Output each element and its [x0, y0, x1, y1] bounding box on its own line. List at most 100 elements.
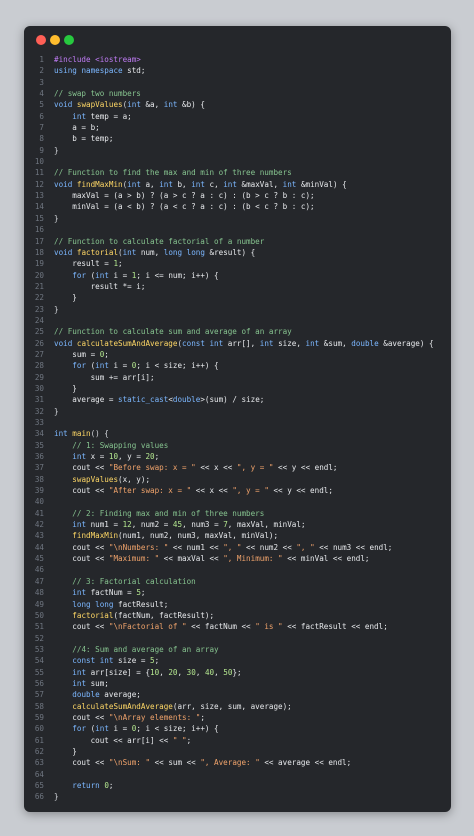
code-token: ;: [200, 712, 205, 722]
line-number: 58: [34, 701, 44, 711]
code-token: void: [54, 247, 73, 257]
code-token: (: [86, 270, 96, 280]
code-token: a = b;: [54, 123, 100, 133]
code-token: arr[],: [223, 338, 260, 348]
code-line: 37 cout << "Before swap: x = " << x << "…: [24, 462, 451, 473]
code-token: 10: [150, 667, 160, 677]
code-token: "\nSum: ": [108, 758, 151, 768]
code-line: 52: [24, 633, 451, 644]
code-token: (x, y);: [118, 474, 151, 484]
line-number: 28: [34, 361, 44, 371]
code-line: 11 // Function to find the max and min of…: [24, 167, 451, 178]
line-number: 13: [34, 191, 44, 201]
code-token: , y =: [118, 452, 146, 462]
code-line: 38 swapValues(x, y);: [24, 474, 451, 485]
code-token: &sum,: [319, 338, 352, 348]
code-token: << num1 <<: [168, 542, 224, 552]
code-token: // Function to calculate sum and average…: [54, 327, 292, 337]
code-line: 4 // swap two numbers: [24, 88, 451, 99]
code-token: ;: [118, 259, 123, 269]
code-line: 48 int factNum = 5;: [24, 587, 451, 598]
code-line: 1 #include <iostream>: [24, 54, 451, 65]
line-number: 35: [34, 440, 44, 450]
code-token: num,: [136, 247, 164, 257]
line-number: 2: [39, 66, 44, 76]
code-token: int: [95, 724, 109, 734]
line-number: 19: [34, 259, 44, 269]
line-number: 54: [34, 656, 44, 666]
code-token: ; i < size; i++) {: [136, 724, 219, 734]
line-number: 7: [39, 123, 44, 133]
code-line: 10: [24, 156, 451, 167]
code-line: 29 sum += arr[i];: [24, 372, 451, 383]
code-token: "\nNumbers: ": [108, 542, 169, 552]
code-token: int: [163, 100, 178, 110]
line-number: 10: [34, 157, 44, 167]
code-token: 40: [204, 667, 215, 677]
code-token: temp = a;: [86, 111, 132, 121]
code-token: ; i < size; i++) {: [136, 361, 219, 371]
line-number: 37: [34, 463, 44, 473]
code-token: << sum <<: [150, 758, 201, 768]
code-token: << x <<: [191, 486, 233, 496]
code-token: << y << endl;: [268, 486, 333, 496]
code-token: double: [72, 690, 100, 700]
minimize-dot-icon[interactable]: [50, 35, 60, 45]
code-line: 63 cout << "\nSum: " << sum << ", Averag…: [24, 757, 451, 768]
code-line: 36 int x = 10, y = 20;: [24, 451, 451, 462]
line-number: 55: [34, 667, 44, 677]
maximize-dot-icon[interactable]: [64, 35, 74, 45]
code-line: 35 // 1: Swapping values: [24, 440, 451, 451]
line-number: 14: [34, 202, 44, 212]
code-token: // Function to find the max and min of t…: [54, 168, 292, 178]
close-dot-icon[interactable]: [36, 35, 46, 45]
code-token: ", ": [296, 542, 315, 552]
code-line: 19 result = 1;: [24, 258, 451, 269]
code-token: ;: [108, 781, 114, 790]
code-token: int: [54, 429, 68, 439]
code-token: , num3 =: [182, 520, 224, 530]
code-token: i =: [108, 724, 132, 734]
code-token: sum += arr[i];: [54, 372, 155, 382]
code-token: ", y = ": [236, 463, 274, 473]
code-token: average;: [99, 690, 141, 700]
code-token: sum;: [86, 678, 109, 688]
code-token: 45: [172, 520, 183, 530]
line-number: 21: [34, 281, 44, 291]
code-token: }: [54, 145, 59, 155]
code-line: 40: [24, 496, 451, 507]
code-line: 26 void calculateSumAndAverage(const int …: [24, 338, 451, 349]
code-line: 61 cout << arr[i] << " ";: [24, 735, 451, 746]
line-number: 4: [39, 89, 44, 99]
code-line: 14 minVal = (a < b) ? (a < c ? a : c) : …: [24, 201, 451, 212]
code-token: };: [232, 667, 242, 677]
line-number: 56: [34, 678, 44, 688]
code-line: 43 findMaxMin(num1, num2, num3, maxVal, …: [24, 530, 451, 541]
code-token: "Maximum: ": [108, 554, 160, 564]
code-token: return: [72, 781, 100, 790]
code-token: static_cast: [118, 395, 169, 405]
code-token: namespace: [81, 66, 123, 76]
line-number: 48: [34, 588, 44, 598]
code-token: b,: [172, 179, 192, 189]
code-line: 45 cout << "Maximum: " << maxVal << ", M…: [24, 553, 451, 564]
code-line: 32}: [24, 406, 451, 417]
line-number: 53: [34, 644, 44, 654]
code-token: }: [54, 406, 59, 416]
code-token: int: [127, 179, 141, 189]
code-line: 28 for (int i = 0; i < size; i++) {: [24, 360, 451, 371]
code-line: 34 int main() {: [24, 428, 451, 439]
line-number: 64: [34, 769, 44, 779]
code-token: &b) {: [177, 100, 205, 110]
code-line: 58 calculateSumAndAverage(arr, size, sum…: [24, 701, 451, 712]
code-token: result *= i;: [54, 281, 146, 291]
code-token: result =: [54, 259, 114, 269]
code-line: 5 void swapValues(int &a, int &b) {: [24, 99, 451, 110]
code-token: // 3: Factorial calculation: [72, 576, 196, 586]
line-number: 59: [34, 712, 44, 722]
